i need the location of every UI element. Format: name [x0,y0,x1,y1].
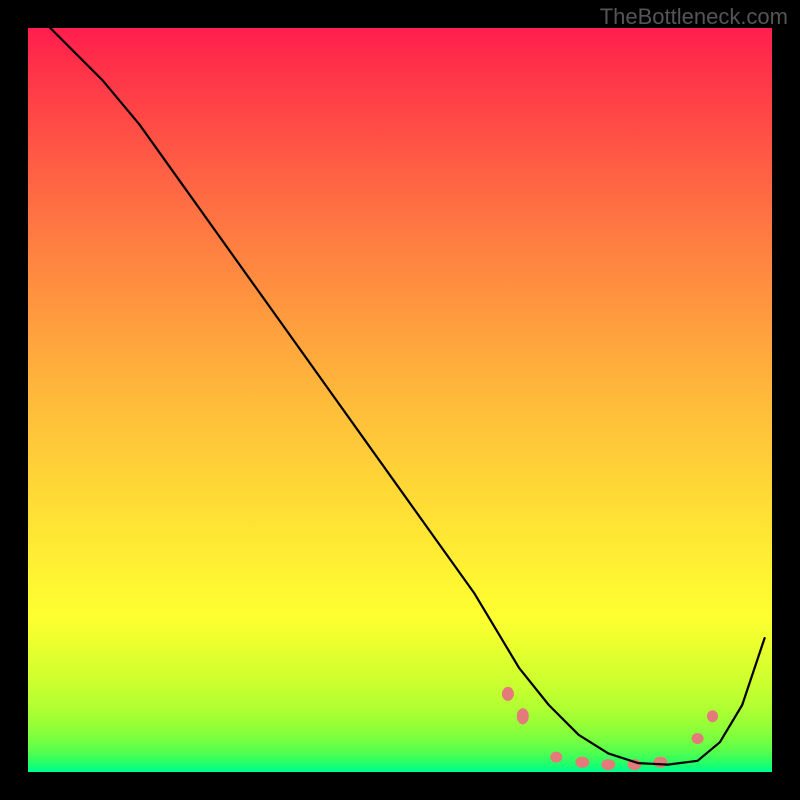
data-marker [502,687,514,701]
data-marker [575,757,589,768]
chart-svg [28,28,772,772]
data-marker [653,757,667,768]
data-marker [707,710,718,722]
bottleneck-curve-line [50,28,764,765]
data-marker [517,708,529,724]
data-marker [601,759,615,770]
data-marker [692,733,704,744]
markers-group [502,687,718,770]
watermark-text: TheBottleneck.com [600,4,788,30]
chart-plot-area [28,28,772,772]
data-marker [550,752,562,763]
